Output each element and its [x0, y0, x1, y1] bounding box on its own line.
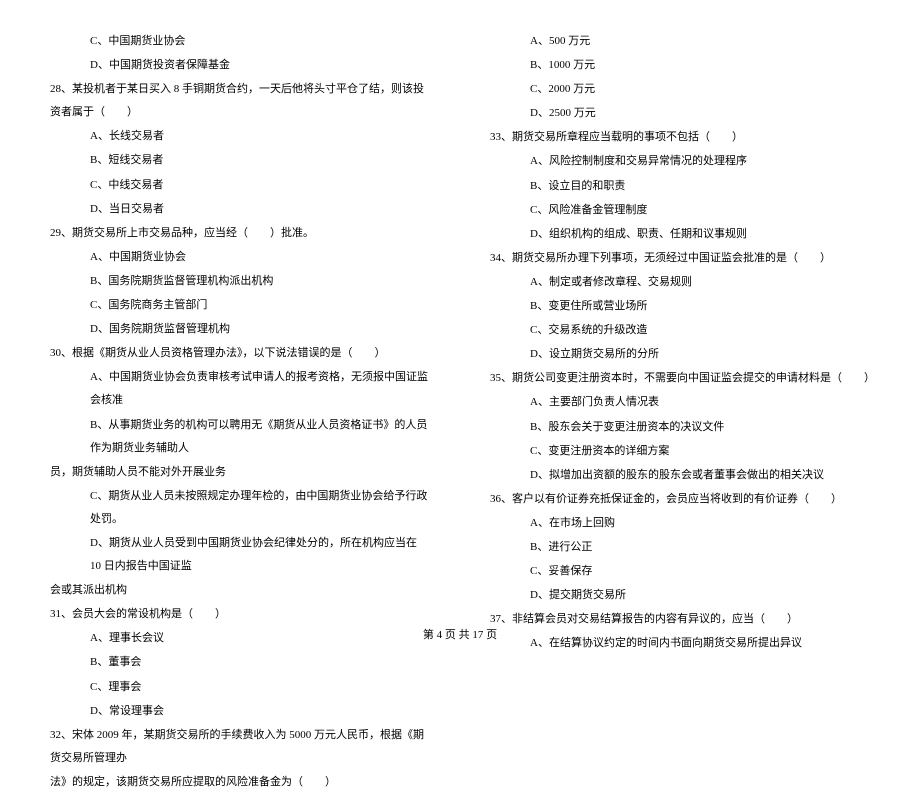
option-text: A、在市场上回购: [490, 512, 870, 535]
option-text: C、国务院商务主管部门: [50, 294, 430, 317]
option-text: D、设立期货交易所的分所: [490, 343, 870, 366]
option-text: B、董事会: [50, 651, 430, 674]
option-text: B、进行公正: [490, 536, 870, 559]
question-text: 28、某投机者于某日买入 8 手铜期货合约，一天后他将头寸平仓了结，则该投资者属…: [50, 78, 430, 124]
option-text: D、国务院期货监督管理机构: [50, 318, 430, 341]
option-text: A、中国期货业协会: [50, 246, 430, 269]
option-text: D、当日交易者: [50, 198, 430, 221]
question-text: 32、宋体 2009 年，某期货交易所的手续费收入为 5000 万元人民币，根据…: [50, 724, 430, 770]
question-text: 34、期货交易所办理下列事项，无须经过中国证监会批准的是（ ）: [490, 247, 870, 270]
question-text: 31、会员大会的常设机构是（ ）: [50, 603, 430, 626]
option-text: B、短线交易者: [50, 149, 430, 172]
option-text: C、2000 万元: [490, 78, 870, 101]
option-text: D、组织机构的组成、职责、任期和议事规则: [490, 223, 870, 246]
option-text: B、变更住所或营业场所: [490, 295, 870, 318]
option-text: D、中国期货投资者保障基金: [50, 54, 430, 77]
page-footer: 第 4 页 共 17 页: [0, 626, 920, 642]
option-text: A、长线交易者: [50, 125, 430, 148]
option-text: D、期货从业人员受到中国期货业协会纪律处分的，所在机构应当在 10 日内报告中国…: [50, 532, 430, 578]
continuation-text: 会或其派出机构: [50, 579, 430, 602]
left-column: C、中国期货业协会D、中国期货投资者保障基金28、某投机者于某日买入 8 手铜期…: [50, 30, 430, 795]
option-text: A、500 万元: [490, 30, 870, 53]
option-text: B、国务院期货监督管理机构派出机构: [50, 270, 430, 293]
question-text: 29、期货交易所上市交易品种，应当经（ ）批准。: [50, 222, 430, 245]
option-text: A、中国期货业协会负责审核考试申请人的报考资格，无须报中国证监会核准: [50, 366, 430, 412]
option-text: D、拟增加出资额的股东的股东会或者董事会做出的相关决议: [490, 464, 870, 487]
option-text: C、妥善保存: [490, 560, 870, 583]
option-text: B、股东会关于变更注册资本的决议文件: [490, 416, 870, 439]
continuation-text: 法》的规定，该期货交易所应提取的风险准备金为（ ）: [50, 771, 430, 794]
option-text: C、理事会: [50, 676, 430, 699]
option-text: A、主要部门负责人情况表: [490, 391, 870, 414]
option-text: C、变更注册资本的详细方案: [490, 440, 870, 463]
option-text: A、风险控制制度和交易异常情况的处理程序: [490, 150, 870, 173]
option-text: C、交易系统的升级改造: [490, 319, 870, 342]
question-text: 33、期货交易所章程应当载明的事项不包括（ ）: [490, 126, 870, 149]
option-text: C、期货从业人员未按照规定办理年检的，由中国期货业协会给予行政处罚。: [50, 485, 430, 531]
question-text: 36、客户以有价证券充抵保证金的，会员应当将收到的有价证券（ ）: [490, 488, 870, 511]
option-text: C、中国期货业协会: [50, 30, 430, 53]
option-text: D、常设理事会: [50, 700, 430, 723]
option-text: B、设立目的和职责: [490, 175, 870, 198]
option-text: D、2500 万元: [490, 102, 870, 125]
option-text: B、1000 万元: [490, 54, 870, 77]
continuation-text: 员，期货辅助人员不能对外开展业务: [50, 461, 430, 484]
option-text: C、风险准备金管理制度: [490, 199, 870, 222]
right-column: A、500 万元B、1000 万元C、2000 万元D、2500 万元33、期货…: [490, 30, 870, 795]
option-text: B、从事期货业务的机构可以聘用无《期货从业人员资格证书》的人员作为期货业务辅助人: [50, 414, 430, 460]
option-text: D、提交期货交易所: [490, 584, 870, 607]
question-text: 30、根据《期货从业人员资格管理办法》，以下说法错误的是（ ）: [50, 342, 430, 365]
option-text: A、制定或者修改章程、交易规则: [490, 271, 870, 294]
question-text: 35、期货公司变更注册资本时，不需要向中国证监会提交的申请材料是（ ）: [490, 367, 870, 390]
option-text: C、中线交易者: [50, 174, 430, 197]
